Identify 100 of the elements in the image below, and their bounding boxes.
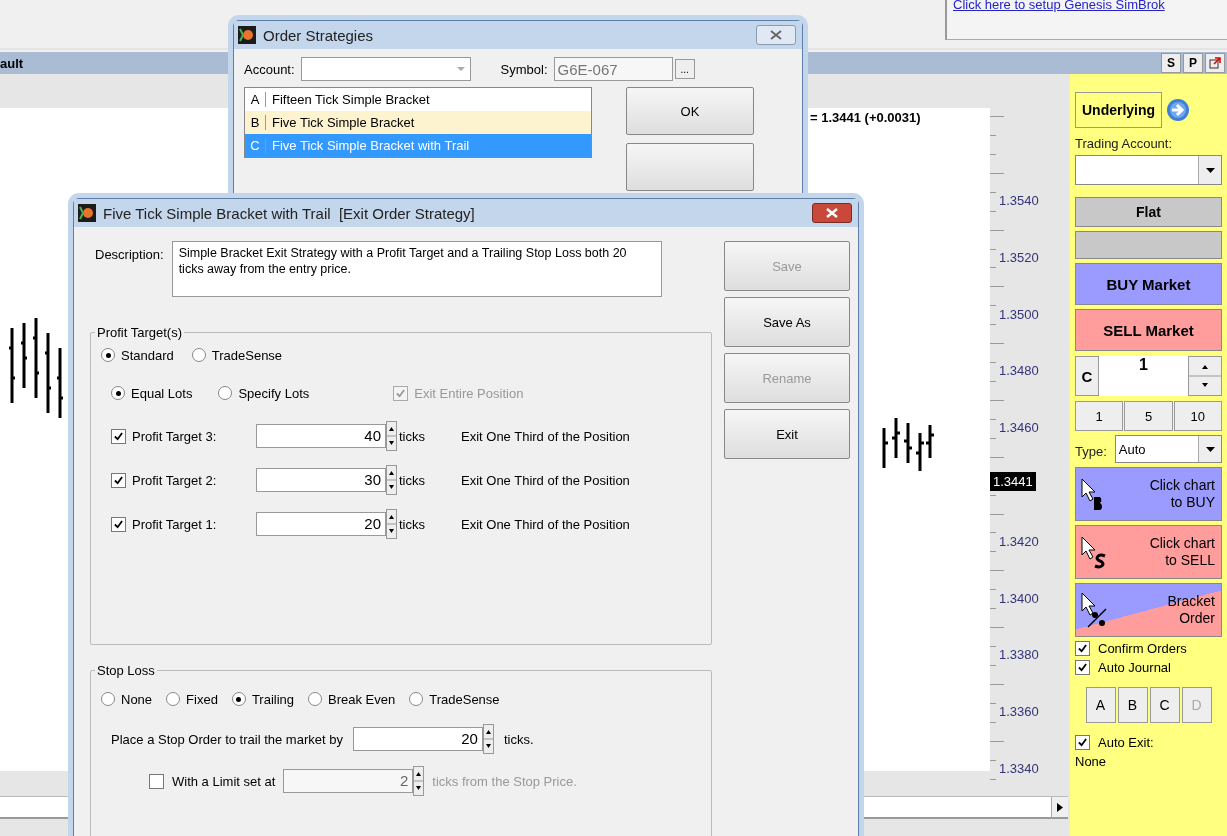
strategy-button[interactable]: A <box>1085 687 1116 723</box>
radio-button[interactable] <box>191 348 206 362</box>
trading-account-label: Trading Account: <box>1075 136 1174 151</box>
description-field[interactable]: Simple Bracket Exit Strategy with a Profit Target and a Trailing Stop Loss both 20 ticks away from the entry price. <box>171 241 662 297</box>
ticks-field[interactable]: 20 <box>256 512 386 536</box>
radio-button[interactable] <box>409 692 424 706</box>
option-label: Auto Journal <box>1098 660 1171 675</box>
checkbox[interactable] <box>111 472 126 488</box>
checkbox[interactable] <box>111 428 126 444</box>
radio-button[interactable] <box>101 348 115 362</box>
account-dropdown[interactable] <box>300 57 471 81</box>
app-icon <box>78 204 96 222</box>
radio-button[interactable] <box>101 692 115 706</box>
underlying-button[interactable]: Underlying <box>1075 92 1163 128</box>
radio-button[interactable] <box>166 692 181 706</box>
radio-button[interactable] <box>111 386 125 400</box>
unit-label: ticks. <box>503 731 534 747</box>
dropdown-icon[interactable] <box>1205 446 1215 452</box>
close-icon[interactable] <box>812 203 852 223</box>
dropdown-icon[interactable] <box>1205 167 1215 173</box>
target-note: Exit One Third of the Position <box>461 472 630 488</box>
radio-label: Specify Lots <box>238 385 310 401</box>
popout-icon[interactable] <box>1205 53 1225 73</box>
axis-label: 1.3540 <box>999 193 1039 208</box>
close-icon[interactable] <box>756 25 796 45</box>
target-note: Exit One Third of the Position <box>461 428 630 444</box>
radio-label: Trailing <box>251 691 295 707</box>
trail-label: Place a Stop Order to trail the market by <box>111 731 343 747</box>
toolbar-button[interactable]: P <box>1183 53 1203 73</box>
toolbar-button[interactable]: S <box>1161 53 1181 73</box>
spinner-arrows-icon[interactable] <box>386 509 397 539</box>
scroll-right-icon[interactable] <box>1051 797 1068 817</box>
radio-button[interactable] <box>308 692 323 706</box>
radio-label: TradeSense <box>211 347 283 363</box>
axis-label: 1.3520 <box>999 249 1039 265</box>
radio-label: Standard <box>121 347 174 363</box>
window-title: Order Strategies <box>263 26 375 44</box>
target-note: Exit One Third of the Position <box>461 516 630 532</box>
cursor-bracket-icon <box>1080 591 1110 629</box>
checkbox[interactable] <box>1075 735 1090 750</box>
dialog-button[interactable]: Exit <box>724 409 850 459</box>
app-icon <box>238 26 256 44</box>
strategy-row[interactable]: B Five Tick Simple Bracket <box>245 111 591 134</box>
checkbox[interactable] <box>1075 660 1090 675</box>
type-dropdown[interactable]: Auto <box>1114 435 1222 463</box>
checkbox[interactable] <box>111 516 126 532</box>
axis-label: 1.3480 <box>999 363 1039 379</box>
spinner-arrows-icon[interactable] <box>482 724 494 754</box>
clear-button[interactable]: C <box>1075 356 1099 396</box>
spinner-arrows-icon[interactable] <box>413 766 425 796</box>
axis-label: 1.3380 <box>999 647 1039 663</box>
auto-exit-label: Auto Exit: <box>1098 735 1154 750</box>
quantity-preset-button[interactable]: 1 <box>1075 401 1124 431</box>
click-chart-sell-button[interactable]: Click chart to SELL <box>1075 525 1222 579</box>
axis-label: 1.3420 <box>999 533 1039 549</box>
radio-button[interactable] <box>218 386 233 400</box>
profit-target-label: Profit Target 3: <box>132 428 218 444</box>
profit-target-label: Profit Target 2: <box>132 472 218 488</box>
option-label: Confirm Orders <box>1098 641 1187 656</box>
profit-target-label: Profit Target 1: <box>132 516 218 532</box>
quantity-preset-button[interactable]: 5 <box>1124 401 1173 431</box>
radio-button[interactable] <box>231 692 246 706</box>
quantity-field[interactable]: 1 <box>1099 356 1188 396</box>
radio-label: Break Even <box>328 691 396 707</box>
quantity-preset-button[interactable]: 10 <box>1173 401 1222 431</box>
buy-market-button[interactable]: BUY Market <box>1075 263 1222 305</box>
dialog-button[interactable]: Save As <box>724 297 850 347</box>
bracket-order-button[interactable]: Bracket Order <box>1075 583 1222 637</box>
strategy-row[interactable]: A Fifteen Tick Simple Bracket <box>245 88 591 111</box>
auto-exit-value: None <box>1075 754 1108 769</box>
axis-label: 1.3500 <box>999 306 1039 322</box>
limit-suffix: ticks from the Stop Price. <box>432 773 577 789</box>
axis-label: 1.3460 <box>999 420 1039 436</box>
click-chart-buy-button[interactable]: Click chart to BUY <box>1075 467 1222 521</box>
spinner-arrows-icon[interactable] <box>386 421 397 451</box>
dialog-button[interactable] <box>626 143 754 191</box>
checkbox-label: Exit Entire Position <box>414 385 524 401</box>
arrow-right-icon[interactable] <box>1166 98 1191 122</box>
group-title: Stop Loss <box>96 663 156 678</box>
browse-button[interactable]: ... <box>674 59 695 79</box>
ticks-field[interactable]: 30 <box>256 468 386 492</box>
unit-label: ticks <box>399 428 425 444</box>
sell-market-button[interactable]: SELL Market <box>1075 309 1222 351</box>
symbol-field[interactable]: G6E-067 <box>553 57 673 81</box>
ok-button[interactable]: OK <box>626 87 754 135</box>
radio-label: TradeSense <box>429 691 500 707</box>
unit-label: ticks <box>399 472 425 488</box>
strategy-button[interactable]: B <box>1117 687 1148 723</box>
position-status: Flat <box>1075 197 1222 227</box>
ticks-field[interactable]: 40 <box>256 424 386 448</box>
axis-label: 1.3340 <box>999 761 1039 776</box>
trail-ticks-field[interactable]: 20 <box>352 727 483 751</box>
cursor-s-icon <box>1080 535 1108 569</box>
checkbox[interactable] <box>1075 641 1090 656</box>
spinner-arrows-icon[interactable] <box>386 465 397 495</box>
chart-title: ault <box>0 55 24 71</box>
price-readout: = 1.3441 (+0.0031) <box>810 110 921 125</box>
description-label: Description: <box>95 247 164 262</box>
symbol-label: Symbol: <box>500 61 548 77</box>
strategy-button[interactable]: C <box>1149 687 1180 723</box>
